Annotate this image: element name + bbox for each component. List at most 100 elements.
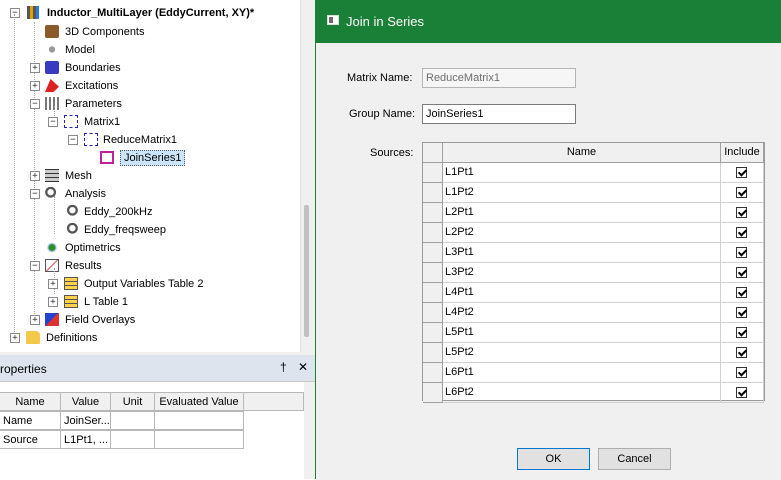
row-header[interactable] <box>423 323 443 343</box>
window-icon <box>327 15 339 25</box>
collapse-icon[interactable]: − <box>30 189 40 199</box>
source-name-cell[interactable]: L1Pt1 <box>443 163 721 183</box>
include-cell <box>721 303 764 323</box>
include-cell <box>721 323 764 343</box>
row-header[interactable] <box>423 363 443 383</box>
boundaries-icon <box>45 61 59 74</box>
tree-item-label: JoinSeries1 <box>120 150 186 166</box>
prop-name: Name <box>0 411 61 430</box>
include-checkbox[interactable] <box>736 267 747 278</box>
setup-icon <box>64 223 78 236</box>
row-header[interactable] <box>423 243 443 263</box>
col-header-evaluated[interactable]: Evaluated Value <box>154 392 244 411</box>
mesh-icon <box>45 169 59 182</box>
col-header-value[interactable]: Value <box>60 392 111 411</box>
project-tree[interactable]: − Inductor_MultiLayer (EddyCurrent, XY)*… <box>0 0 316 352</box>
expand-icon[interactable]: + <box>48 297 58 307</box>
join-series-icon <box>100 151 114 164</box>
source-name-cell[interactable]: L1Pt2 <box>443 183 721 203</box>
collapse-icon[interactable]: − <box>10 8 20 18</box>
source-name-cell[interactable]: L3Pt2 <box>443 263 721 283</box>
prop-unit <box>110 411 155 430</box>
include-cell <box>721 203 764 223</box>
tree-item-label: 3D Components <box>65 26 145 38</box>
source-name-cell[interactable]: L4Pt2 <box>443 303 721 323</box>
include-checkbox[interactable] <box>736 327 747 338</box>
include-cell <box>721 263 764 283</box>
include-checkbox[interactable] <box>736 367 747 378</box>
source-name-cell[interactable]: L5Pt1 <box>443 323 721 343</box>
row-header[interactable] <box>423 263 443 283</box>
col-header-name[interactable]: Name <box>0 392 61 411</box>
row-header[interactable] <box>423 383 443 403</box>
expand-icon[interactable]: + <box>30 81 40 91</box>
row-header[interactable] <box>423 183 443 203</box>
tree-item-label: Analysis <box>65 188 106 200</box>
include-checkbox[interactable] <box>736 387 747 398</box>
close-icon[interactable]: ✕ <box>298 360 308 374</box>
dialog-title: Join in Series <box>346 14 425 29</box>
expand-icon[interactable]: + <box>48 279 58 289</box>
tree-item-label: Mesh <box>65 170 92 182</box>
expand-icon[interactable]: + <box>30 315 40 325</box>
include-checkbox[interactable] <box>736 287 747 298</box>
source-name-cell[interactable]: L2Pt1 <box>443 203 721 223</box>
sources-grid[interactable]: Name Include L1Pt1 L1Pt2 L2Pt1 L2Pt2 L3Pt1 L3… <box>422 142 765 403</box>
expand-icon[interactable]: + <box>30 63 40 73</box>
parameters-icon <box>45 97 59 110</box>
source-name-cell[interactable]: L5Pt2 <box>443 343 721 363</box>
tree-item-label: Output Variables Table 2 <box>84 278 204 290</box>
expand-icon[interactable]: + <box>10 333 20 343</box>
table-icon <box>64 295 78 308</box>
grid-header-name[interactable]: Name <box>443 143 721 163</box>
group-name-input[interactable]: JoinSeries1 <box>422 104 576 124</box>
tree-item-label: Eddy_freqsweep <box>84 224 166 236</box>
source-name-cell[interactable]: L3Pt1 <box>443 243 721 263</box>
collapse-icon[interactable]: − <box>30 261 40 271</box>
ok-button[interactable]: OK <box>517 448 590 470</box>
source-name-cell[interactable]: L6Pt2 <box>443 383 721 403</box>
tree-item-label: Results <box>65 260 102 272</box>
include-checkbox[interactable] <box>736 187 747 198</box>
col-header-unit[interactable]: Unit <box>110 392 155 411</box>
collapse-icon[interactable]: − <box>68 135 78 145</box>
include-checkbox[interactable] <box>736 347 747 358</box>
row-header[interactable] <box>423 283 443 303</box>
tree-item-label: ReduceMatrix1 <box>103 134 177 146</box>
row-header[interactable] <box>423 163 443 183</box>
include-checkbox[interactable] <box>736 207 747 218</box>
grid-header-include[interactable]: Include <box>721 143 764 163</box>
excitations-icon <box>45 79 59 92</box>
tree-item-label: Excitations <box>65 80 119 92</box>
include-checkbox[interactable] <box>736 227 747 238</box>
collapse-icon[interactable]: − <box>48 117 58 127</box>
row-header[interactable] <box>423 203 443 223</box>
prop-evaluated <box>154 430 244 449</box>
row-header[interactable] <box>423 303 443 323</box>
expand-icon[interactable]: + <box>30 171 40 181</box>
setup-icon <box>64 205 78 218</box>
collapse-icon[interactable]: − <box>30 99 40 109</box>
tree-root-label: Inductor_MultiLayer (EddyCurrent, XY)* <box>47 7 255 19</box>
source-name-cell[interactable]: L6Pt1 <box>443 363 721 383</box>
tree-item-label: Field Overlays <box>65 314 136 326</box>
include-checkbox[interactable] <box>736 307 747 318</box>
resize-grip[interactable] <box>765 440 781 479</box>
prop-value[interactable]: JoinSer... <box>60 411 111 430</box>
table-icon <box>64 277 78 290</box>
tree-scrollbar-thumb[interactable] <box>304 205 309 337</box>
matrix-name-field: ReduceMatrix1 <box>422 68 576 88</box>
row-header[interactable] <box>423 223 443 243</box>
design-icon <box>27 6 39 19</box>
cancel-button[interactable]: Cancel <box>598 448 671 470</box>
source-name-cell[interactable]: L2Pt2 <box>443 223 721 243</box>
include-checkbox[interactable] <box>736 247 747 258</box>
matrix-icon <box>64 115 78 128</box>
row-header[interactable] <box>423 343 443 363</box>
col-header-blank <box>243 392 304 411</box>
tree-item-label: Definitions <box>46 332 98 344</box>
include-checkbox[interactable] <box>736 167 747 178</box>
source-name-cell[interactable]: L4Pt1 <box>443 283 721 303</box>
pin-icon[interactable]: † <box>280 360 287 374</box>
prop-value[interactable]: L1Pt1, ... <box>60 430 111 449</box>
